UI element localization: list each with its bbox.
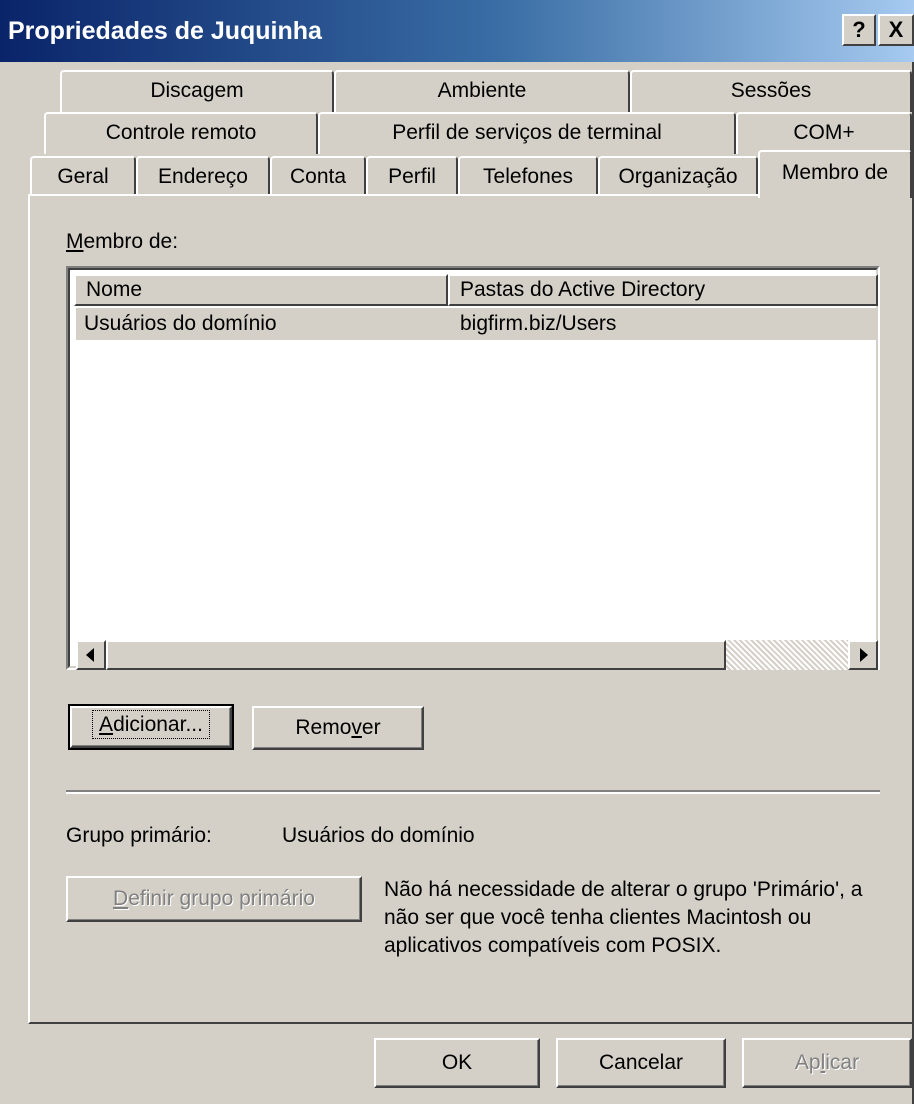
scroll-left-button[interactable] bbox=[76, 640, 106, 670]
add-button-label: Adicionar... bbox=[92, 710, 210, 739]
column-header-nome[interactable]: Nome bbox=[74, 274, 448, 306]
scroll-thumb[interactable] bbox=[106, 640, 726, 670]
tab-discagem[interactable]: Discagem bbox=[60, 70, 334, 112]
tab-endereco[interactable]: Endereço bbox=[136, 156, 270, 198]
ok-button[interactable]: OK bbox=[374, 1038, 540, 1088]
list-item-folder: bigfirm.biz/Users bbox=[460, 312, 617, 335]
tab-controle-remoto[interactable]: Controle remoto bbox=[44, 112, 318, 154]
tab-geral[interactable]: Geral bbox=[30, 156, 136, 198]
scroll-track[interactable] bbox=[726, 640, 848, 670]
arrow-right-icon bbox=[860, 648, 868, 662]
list-item-name: Usuários do domínio bbox=[84, 312, 277, 335]
primary-group-description: Não há necessidade de alterar o grupo 'P… bbox=[384, 878, 863, 957]
tab-com-plus[interactable]: COM+ bbox=[736, 112, 912, 154]
column-header-pastas[interactable]: Pastas do Active Directory bbox=[448, 274, 878, 306]
separator bbox=[66, 790, 880, 794]
remove-button[interactable]: Remover bbox=[252, 706, 424, 750]
arrow-left-icon bbox=[86, 648, 94, 662]
help-button[interactable]: ? bbox=[842, 14, 876, 46]
tab-membro-de[interactable]: Membro de bbox=[758, 150, 912, 198]
tab-telefones[interactable]: Telefones bbox=[458, 156, 598, 198]
apply-button-label: Aplicar bbox=[794, 1051, 860, 1074]
add-button[interactable]: Adicionar... bbox=[68, 704, 234, 750]
list-item[interactable]: Usuários do domínio bigfirm.biz/Users bbox=[76, 308, 878, 340]
tab-ambiente[interactable]: Ambiente bbox=[334, 70, 630, 112]
primary-group-label: Grupo primário: bbox=[66, 824, 212, 847]
remove-button-label: Remover bbox=[295, 716, 381, 739]
tab-conta[interactable]: Conta bbox=[270, 156, 366, 198]
tab-perfil[interactable]: Perfil bbox=[366, 156, 458, 198]
tab-perfil-servicos-terminal[interactable]: Perfil de serviços de terminal bbox=[318, 112, 736, 154]
apply-button[interactable]: Aplicar bbox=[742, 1038, 912, 1088]
title-bar[interactable]: Propriedades de Juquinha ? X bbox=[0, 0, 914, 62]
member-of-list[interactable]: Nome Pastas do Active Directory Usuários… bbox=[66, 266, 880, 670]
horizontal-scrollbar[interactable] bbox=[76, 640, 878, 670]
primary-group-value: Usuários do domínio bbox=[282, 824, 475, 847]
scroll-right-button[interactable] bbox=[848, 640, 878, 670]
set-primary-group-button[interactable]: Definir grupo primário bbox=[66, 876, 362, 922]
cancel-button[interactable]: Cancelar bbox=[556, 1038, 726, 1088]
tab-organizacao[interactable]: Organização bbox=[598, 156, 758, 198]
close-button[interactable]: X bbox=[878, 14, 914, 46]
window-title: Propriedades de Juquinha bbox=[8, 17, 322, 45]
tab-sessoes[interactable]: Sessões bbox=[630, 70, 912, 112]
member-of-label: Membro de: bbox=[66, 230, 179, 253]
set-primary-group-label: Definir grupo primário bbox=[113, 887, 315, 910]
